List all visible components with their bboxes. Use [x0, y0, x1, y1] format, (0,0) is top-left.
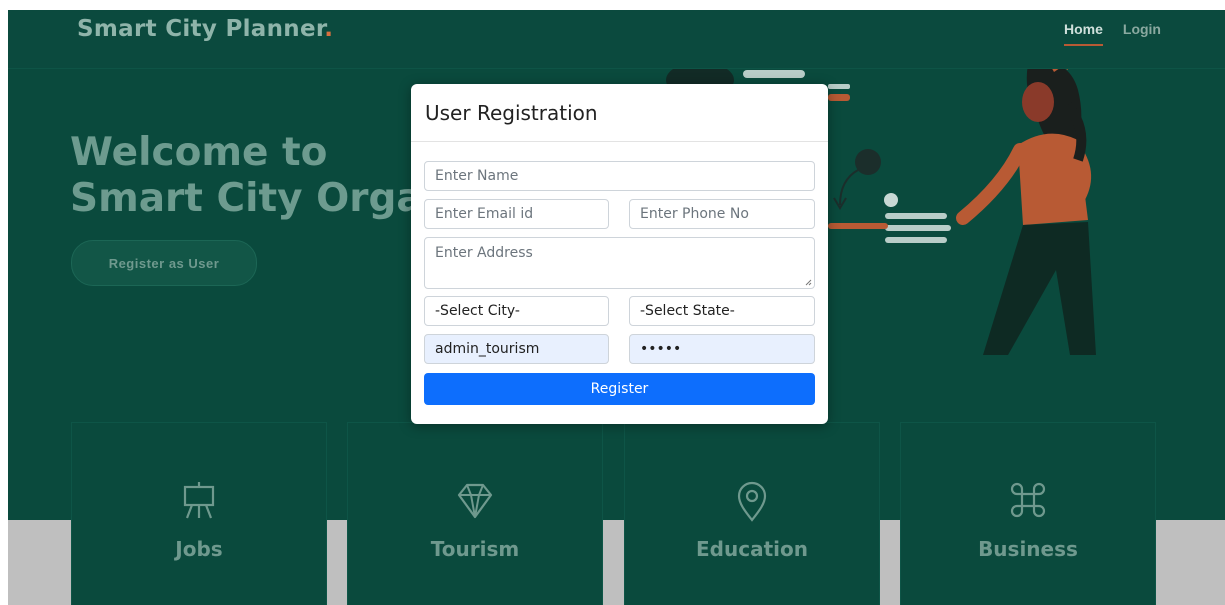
hero-heading-line1: Welcome to [70, 130, 328, 175]
hero-heading-line2: Smart City Orga [70, 176, 423, 221]
nav-home-link[interactable]: Home [1063, 21, 1103, 46]
card-education-label: Education [696, 537, 808, 561]
nav-menu: Home Login [1063, 21, 1161, 46]
password-input[interactable]: ••••• [629, 334, 815, 364]
name-input[interactable]: Enter Name [424, 161, 815, 191]
resize-grip-icon[interactable] [805, 279, 812, 286]
nav-login-link[interactable]: Login [1123, 21, 1161, 46]
card-business[interactable]: Business [900, 422, 1156, 605]
top-navbar: Smart City Planner. Home Login [8, 10, 1225, 69]
phone-input[interactable]: Enter Phone No [629, 199, 815, 229]
email-input[interactable]: Enter Email id [424, 199, 609, 229]
hero-heading: Welcome to Smart City Orga [70, 130, 423, 222]
address-placeholder: Enter Address [435, 245, 533, 261]
card-jobs[interactable]: Jobs [71, 422, 327, 605]
card-jobs-label: Jobs [175, 537, 223, 561]
brand-logo[interactable]: Smart City Planner. [77, 16, 333, 42]
modal-header: User Registration [411, 84, 828, 142]
map-pin-icon [737, 481, 767, 522]
gem-icon [457, 483, 493, 519]
register-as-user-button[interactable]: Register as User [71, 240, 257, 286]
address-textarea[interactable]: Enter Address [424, 237, 815, 289]
modal-title: User Registration [425, 101, 598, 125]
page: Smart City Planner. Home Login Welcome t… [8, 10, 1225, 605]
card-tourism-label: Tourism [430, 537, 520, 561]
card-tourism[interactable]: Tourism [347, 422, 603, 605]
card-business-label: Business [978, 537, 1078, 561]
city-select[interactable]: -Select City- [424, 296, 609, 326]
register-submit-button[interactable]: Register [424, 373, 815, 405]
command-icon [1010, 482, 1046, 518]
state-select[interactable]: -Select State- [629, 296, 815, 326]
card-education[interactable]: Education [624, 422, 880, 605]
registration-modal: User Registration Enter Name Enter Email… [411, 84, 828, 424]
easel-icon [183, 482, 215, 519]
username-input[interactable]: admin_tourism [424, 334, 609, 364]
